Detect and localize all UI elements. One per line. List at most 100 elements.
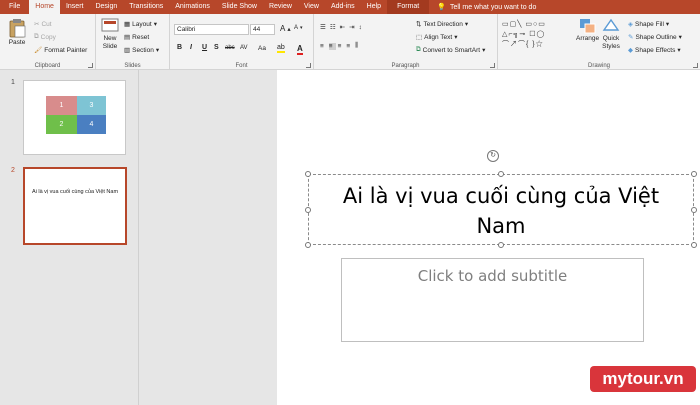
align-right-icon: ≡ xyxy=(337,42,345,50)
paragraph-launcher-icon[interactable] xyxy=(490,63,495,68)
tab-view[interactable]: View xyxy=(298,0,325,14)
font-grow-button[interactable]: A ▴ xyxy=(280,24,291,33)
ribbon-home: Paste ✂ Cut ⧉ Copy 🖌 Format Painter Clipboa… xyxy=(0,14,700,70)
columns-icon: ⫼ xyxy=(355,42,362,49)
slide-number: 2 xyxy=(11,167,15,174)
bullets-button[interactable]: ☰ ☷ ⇤ ⇥ ↕ xyxy=(320,23,364,32)
drawing-group-label: Drawing xyxy=(587,63,610,69)
font-grow-label: A xyxy=(280,24,286,33)
tab-help[interactable]: Help xyxy=(361,0,387,14)
convert-smartart-button[interactable]: ⧉ Convert to SmartArt ▾ xyxy=(416,46,485,54)
reset-button[interactable]: ▤ Reset xyxy=(124,33,150,42)
tab-file[interactable]: File xyxy=(0,0,29,14)
resize-handle[interactable] xyxy=(691,171,697,177)
tab-home[interactable]: Home xyxy=(29,0,60,14)
font-group-label: Font xyxy=(235,63,248,69)
align-left-button[interactable]: ≡ ≡ ≡ ≡ ⫼ xyxy=(320,42,361,50)
cut-label: Cut xyxy=(41,20,52,28)
line-spacing-icon: ↕ xyxy=(358,23,364,31)
font-name-field[interactable]: Calibri xyxy=(174,24,249,35)
resize-handle[interactable] xyxy=(305,207,311,213)
clipboard-launcher-icon[interactable] xyxy=(88,63,93,68)
thumbnail-cell: 1 xyxy=(46,96,77,115)
numbering-icon: ☷ xyxy=(329,24,338,31)
slide-title[interactable]: Ai là vị vua cuối cùng của Việt Nam xyxy=(309,181,693,241)
paste-label: Paste xyxy=(8,39,26,46)
align-center-icon: ≡ xyxy=(328,42,336,50)
group-paragraph: ☰ ☷ ⇤ ⇥ ↕ ≡ ≡ ≡ ≡ ⫼ ⇅ Text Direction ▾ ⬚ Align Text… xyxy=(314,14,498,70)
align-text-label: Align Text xyxy=(424,33,453,41)
paste-button[interactable]: Paste xyxy=(8,18,26,46)
paragraph-group-label: Paragraph xyxy=(391,63,420,69)
tab-animations[interactable]: Animations xyxy=(169,0,216,14)
resize-handle[interactable] xyxy=(691,242,697,248)
font-size-field[interactable]: 44 xyxy=(250,24,275,35)
tab-insert[interactable]: Insert xyxy=(60,0,90,14)
reset-label: Reset xyxy=(132,33,150,41)
format-painter-button[interactable]: 🖌 Format Painter xyxy=(34,46,87,55)
drawing-launcher-icon[interactable] xyxy=(693,63,698,68)
slide-thumbnail-selected[interactable]: Ai là vị vua cuối cùng của Việt Nam xyxy=(23,167,127,245)
slide-title-line: Nam xyxy=(476,214,526,238)
chevron-down-icon: ▾ xyxy=(677,47,681,54)
layout-button[interactable]: ▦ Layout ▾ xyxy=(124,20,157,29)
strikethrough-button[interactable]: abc xyxy=(225,45,235,51)
shapes-gallery[interactable]: ▭▢╲ ▭○▭ △⌐╗⊸ ☐◯ ⌒↗⌒{ }☆ xyxy=(502,20,566,60)
thumbnail-title: Ai là vị vua cuối cùng của Việt Nam xyxy=(31,189,119,195)
cut-button[interactable]: ✂ Cut xyxy=(34,20,52,29)
arrange-button[interactable]: Arrange xyxy=(576,18,599,42)
font-launcher-icon[interactable] xyxy=(306,63,311,68)
resize-handle[interactable] xyxy=(498,242,504,248)
paintbrush-icon: 🖌 xyxy=(34,47,43,54)
resize-handle[interactable] xyxy=(498,171,504,177)
group-clipboard: Paste ✂ Cut ⧉ Copy 🖌 Format Painter Clipboa… xyxy=(0,14,96,70)
ribbon-tab-bar: File Home Insert Design Transitions Anim… xyxy=(0,0,700,14)
align-text-button[interactable]: ⬚ Align Text ▾ xyxy=(416,33,458,42)
title-placeholder[interactable]: Ai là vị vua cuối cùng của Việt Nam xyxy=(305,171,697,248)
highlighter-icon: ab xyxy=(277,44,285,53)
highlight-button[interactable]: ab xyxy=(277,44,285,53)
chevron-down-icon: ▾ xyxy=(678,34,682,41)
change-case-button[interactable]: Aa xyxy=(258,45,266,52)
convert-smartart-label: Convert to SmartArt xyxy=(422,46,481,54)
slide-thumbnail[interactable]: 1 3 2 4 xyxy=(23,80,126,155)
shape-fill-button[interactable]: ◈ Shape Fill ▾ xyxy=(628,20,669,29)
chevron-down-icon: ▾ xyxy=(454,34,458,41)
resize-handle[interactable] xyxy=(691,207,697,213)
smartart-icon: ⧉ xyxy=(416,46,421,53)
text-direction-icon: ⇅ xyxy=(416,21,422,28)
shape-fill-label: Shape Fill xyxy=(635,20,664,28)
section-button[interactable]: ▥ Section ▾ xyxy=(124,46,160,55)
font-shrink-label: A xyxy=(294,25,299,31)
resize-handle[interactable] xyxy=(305,242,311,248)
chevron-down-icon: ▾ xyxy=(155,47,160,54)
tab-design[interactable]: Design xyxy=(89,0,123,14)
character-spacing-button[interactable]: AV xyxy=(240,45,248,51)
new-slide-button[interactable]: New Slide xyxy=(101,18,119,50)
rotate-handle-icon[interactable]: ↻ xyxy=(487,150,499,162)
copy-button[interactable]: ⧉ Copy xyxy=(34,33,56,41)
tab-add-ins[interactable]: Add-ins xyxy=(325,0,361,14)
quick-styles-button[interactable]: Quick Styles xyxy=(602,18,620,50)
font-color-button[interactable]: A xyxy=(297,44,303,55)
shape-effects-button[interactable]: ◆ Shape Effects ▾ xyxy=(628,46,681,55)
group-slides: New Slide ▦ Layout ▾ ▤ Reset ▥ Section ▾ Slid… xyxy=(96,14,170,70)
text-shadow-button[interactable]: S xyxy=(214,44,219,51)
bold-button[interactable]: B xyxy=(177,44,182,51)
tab-review[interactable]: Review xyxy=(263,0,298,14)
font-shrink-button[interactable]: A ▾ xyxy=(294,25,303,31)
tab-transitions[interactable]: Transitions xyxy=(123,0,169,14)
reset-icon: ▤ xyxy=(124,34,131,41)
tab-format[interactable]: Format xyxy=(387,0,430,14)
underline-button[interactable]: U xyxy=(202,44,207,51)
clipboard-icon xyxy=(9,19,26,38)
italic-button[interactable]: I xyxy=(190,44,192,51)
tab-slide-show[interactable]: Slide Show xyxy=(216,0,263,14)
shape-outline-button[interactable]: ✎ Shape Outline ▾ xyxy=(628,33,682,42)
tell-me-box[interactable]: 💡 Tell me what you want to do xyxy=(437,3,536,12)
slide-thumbnail-pane: 1 1 3 2 4 2 Ai là vị vua cuối cùng của V… xyxy=(0,70,139,405)
resize-handle[interactable] xyxy=(305,171,311,177)
subtitle-placeholder[interactable]: Click to add subtitle xyxy=(341,258,644,342)
effects-icon: ◆ xyxy=(628,47,633,54)
text-direction-button[interactable]: ⇅ Text Direction ▾ xyxy=(416,20,468,29)
